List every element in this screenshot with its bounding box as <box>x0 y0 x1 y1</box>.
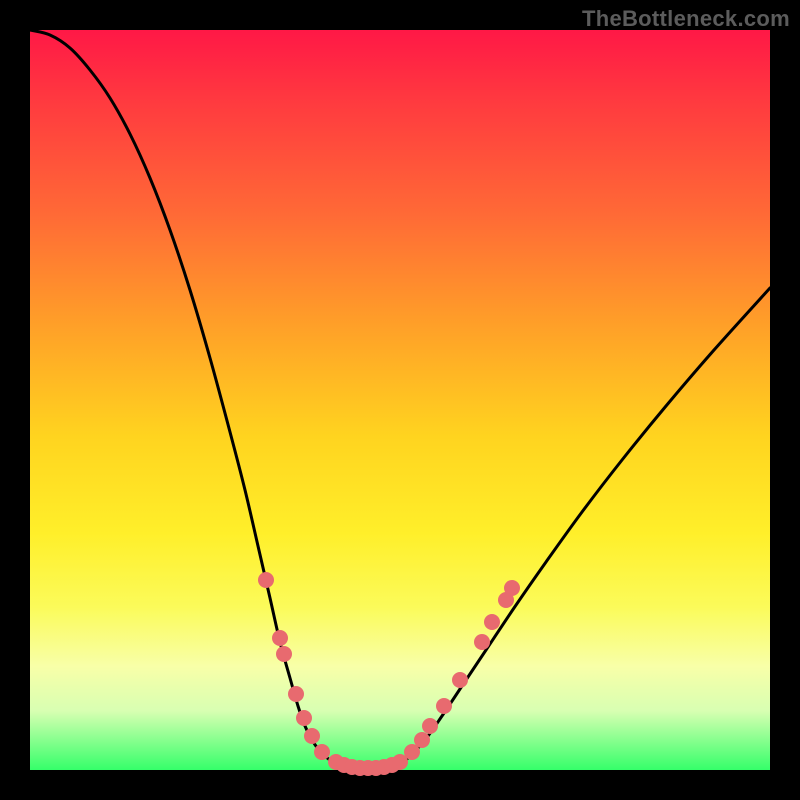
plot-area <box>30 30 770 770</box>
curve-line <box>30 30 770 769</box>
marker-dot <box>452 672 468 688</box>
marker-dot <box>484 614 500 630</box>
scatter-markers <box>258 572 520 776</box>
marker-dot <box>414 732 430 748</box>
marker-dot <box>314 744 330 760</box>
marker-dot <box>276 646 292 662</box>
marker-dot <box>296 710 312 726</box>
chart-svg <box>30 30 770 770</box>
marker-dot <box>436 698 452 714</box>
marker-dot <box>422 718 438 734</box>
bottleneck-curve <box>30 30 770 769</box>
chart-frame: TheBottleneck.com <box>0 0 800 800</box>
marker-dot <box>474 634 490 650</box>
watermark-text: TheBottleneck.com <box>582 6 790 32</box>
marker-dot <box>272 630 288 646</box>
marker-dot <box>504 580 520 596</box>
marker-dot <box>304 728 320 744</box>
marker-dot <box>288 686 304 702</box>
marker-dot <box>258 572 274 588</box>
